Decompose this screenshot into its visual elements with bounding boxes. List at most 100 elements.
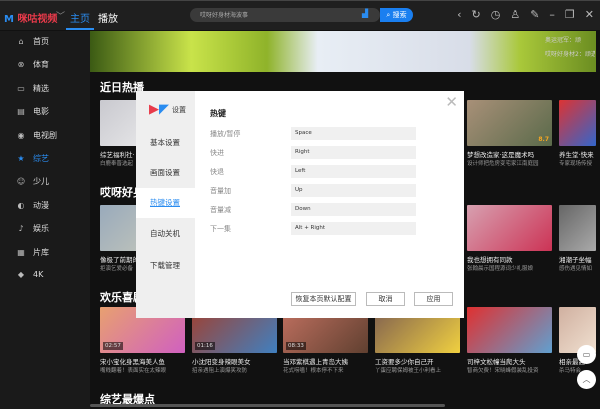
- tab-play[interactable]: 播放: [98, 10, 118, 25]
- video-card[interactable]: 相亲最高 杀马特会: [559, 307, 596, 374]
- video-card[interactable]: 司梓文松幢当爬大头智商欠费！宋晓峰假装乱投资: [467, 307, 552, 374]
- hotkey-field[interactable]: Right: [291, 146, 416, 159]
- app-logo: M 咪咕视频: [4, 14, 58, 25]
- video-thumbnail[interactable]: 8.7: [467, 100, 552, 146]
- sidebar-item-label: 电视剧: [33, 130, 57, 140]
- search-button[interactable]: ⌕ 搜索: [380, 8, 413, 22]
- comment-icon[interactable]: ▭: [577, 345, 596, 364]
- video-title[interactable]: 宋小宝化身黑海美人鱼: [100, 356, 185, 366]
- tv-icon: ◉: [17, 130, 25, 140]
- sidebar-item-label: 少儿: [33, 177, 49, 187]
- minimize-icon[interactable]: –: [549, 8, 555, 21]
- chart-icon[interactable]: ▟: [362, 9, 368, 18]
- restore-icon[interactable]: ❐: [565, 8, 575, 21]
- hotkey-field[interactable]: Alt + Right: [291, 222, 416, 235]
- sidebar: ⌂ 首页 ⊗ 体育 ▭ 精选 ▤ 电影 ◉ 电视剧 ★ 综艺 ☺ 少儿 ◐ 动漫 ♪ 娱乐 ▦ 片库 ◆ 4K: [0, 31, 90, 409]
- sidebar-item-label: 电影: [33, 107, 49, 117]
- hotkey-field[interactable]: Down: [291, 203, 416, 216]
- video-card[interactable]: 8.7 梦想改造家·这是魔术吗设计师把危房变宅家江南庭园: [467, 100, 552, 167]
- hotkey-label: 音量加: [210, 187, 231, 195]
- sidebar-item[interactable]: ◐ 动漫: [16, 200, 50, 211]
- video-subtitle: 专家现场传授: [559, 161, 593, 167]
- video-subtitle: 花式唠嗑！根本停不下来: [283, 368, 344, 374]
- video-title[interactable]: 我也想拥有同款: [467, 254, 552, 264]
- video-title[interactable]: 养生堂·快来: [559, 149, 596, 159]
- sidebar-item-label: 4K: [33, 270, 44, 279]
- settings-nav: ▶◤ 设置 基本设置 画面设置 热键设置 自动关机 下载管理: [136, 91, 195, 318]
- video-thumbnail[interactable]: [559, 100, 596, 146]
- chevron-down-icon[interactable]: ﹀: [56, 9, 65, 22]
- settings-dialog: ▶◤ 设置 基本设置 画面设置 热键设置 自动关机 下载管理 ✕ 热键 播放/暂…: [136, 91, 464, 318]
- banner-line[interactable]: 奥运冠军：顽: [545, 35, 595, 44]
- nav-hotkey-settings[interactable]: 热键设置: [136, 188, 195, 218]
- sidebar-item[interactable]: ▦ 片库: [16, 247, 49, 258]
- nav-auto-shutdown[interactable]: 自动关机: [136, 219, 195, 249]
- video-subtitle: 丫蛋应聘保姆被王小利看上: [375, 368, 442, 374]
- video-thumbnail[interactable]: [559, 205, 596, 251]
- user-icon[interactable]: ♙: [510, 8, 520, 21]
- video-title[interactable]: 司梓文松幢当爬大头: [467, 356, 552, 366]
- video-subtitle: 智商欠费！宋晓峰假装乱投资: [467, 368, 539, 374]
- sidebar-item[interactable]: ▭ 精选: [16, 83, 49, 94]
- sidebar-item[interactable]: ◉ 电视剧: [16, 130, 58, 141]
- back-icon[interactable]: ‹: [457, 8, 461, 21]
- video-thumbnail[interactable]: [467, 307, 552, 353]
- sidebar-item-label: 娱乐: [33, 224, 49, 234]
- sidebar-item[interactable]: ★ 综艺: [16, 153, 49, 164]
- hotkey-label: 播放/暂停: [210, 130, 241, 138]
- video-title[interactable]: 小沈阳变身辣眼美女: [192, 356, 277, 366]
- back-to-top-icon[interactable]: ︿: [577, 370, 596, 389]
- history-icon[interactable]: ◷: [491, 8, 501, 21]
- close-icon[interactable]: ✕: [585, 8, 594, 21]
- video-card[interactable]: 湘潮子坐幅 感伤遇见情如: [559, 205, 596, 272]
- video-subtitle: 招亲遇阻上演爆笑攻防: [192, 368, 248, 374]
- dialog-close-icon[interactable]: ✕: [445, 93, 458, 111]
- video-card[interactable]: 养生堂·快来专家现场传授: [559, 100, 596, 167]
- sidebar-item[interactable]: ⌂ 首页: [16, 36, 49, 47]
- nav-basic-settings[interactable]: 基本设置: [136, 128, 195, 158]
- pin-icon[interactable]: ✎: [530, 8, 539, 21]
- reset-defaults-button[interactable]: 恢复本页默认配置: [291, 292, 356, 306]
- horizontal-scrollbar[interactable]: [90, 404, 445, 407]
- library-icon: ▦: [17, 247, 25, 257]
- section-heading: 热键: [210, 109, 226, 118]
- sidebar-item[interactable]: ☺ 少儿: [16, 176, 49, 187]
- video-title[interactable]: 湘潮子坐幅: [559, 254, 596, 264]
- video-subtitle: 设计师把危房变宅家江南庭园: [467, 161, 539, 167]
- nav-picture-settings[interactable]: 画面设置: [136, 158, 195, 188]
- nav-download-management[interactable]: 下载管理: [136, 251, 195, 281]
- home-icon: ⌂: [18, 37, 24, 46]
- duration-badge: 08:33: [286, 342, 306, 350]
- sidebar-item-label: 体育: [33, 60, 49, 70]
- cancel-button[interactable]: 取消: [366, 292, 405, 306]
- title-bar: M 咪咕视频 ﹀ 主页 播放 哎呀好身材海波事 ▟ ⌕ 搜索 ‹ ↻ ◷ ♙ ✎…: [0, 0, 600, 30]
- video-title[interactable]: 梦想改造家·这是魔术吗: [467, 149, 552, 159]
- hotkey-label: 下一集: [210, 225, 231, 233]
- star-icon: ★: [17, 154, 25, 163]
- hotkey-label: 快退: [210, 168, 224, 176]
- video-subtitle: 嘴贱翻着！表面实在太辣眼: [100, 368, 167, 374]
- apply-button[interactable]: 应用: [414, 292, 453, 306]
- sidebar-item[interactable]: ◆ 4K: [16, 270, 43, 279]
- sidebar-item[interactable]: ⊗ 体育: [16, 59, 49, 70]
- sidebar-item-label: 片库: [33, 247, 49, 257]
- banner[interactable]: [90, 31, 596, 72]
- 4k-icon: ◆: [17, 270, 25, 279]
- sidebar-item[interactable]: ▤ 电影: [16, 106, 49, 117]
- music-icon: ♪: [18, 224, 24, 234]
- dialog-title: 设置: [172, 106, 186, 114]
- video-title[interactable]: 当邓紫棋遇上青岛大姨: [283, 356, 368, 366]
- video-card[interactable]: 我也想拥有同款 张翰晨示国程源词少礼服娘: [467, 205, 552, 272]
- duration-badge: 02:57: [103, 342, 123, 350]
- search-input[interactable]: 哎呀好身材海波事 ▟: [190, 8, 380, 22]
- hotkey-field[interactable]: Up: [291, 184, 416, 197]
- banner-line[interactable]: 哎呀好身材2：顽透: [545, 49, 595, 58]
- duration-badge: 01:16: [195, 342, 215, 350]
- hotkey-field[interactable]: Space: [291, 127, 416, 140]
- video-title[interactable]: 工资要多少你自己开: [375, 356, 460, 366]
- sidebar-item[interactable]: ♪ 娱乐: [16, 223, 49, 234]
- hotkey-field[interactable]: Left: [291, 165, 416, 178]
- tab-home[interactable]: 主页: [66, 10, 94, 30]
- video-thumbnail[interactable]: [467, 205, 552, 251]
- refresh-icon[interactable]: ↻: [471, 8, 480, 21]
